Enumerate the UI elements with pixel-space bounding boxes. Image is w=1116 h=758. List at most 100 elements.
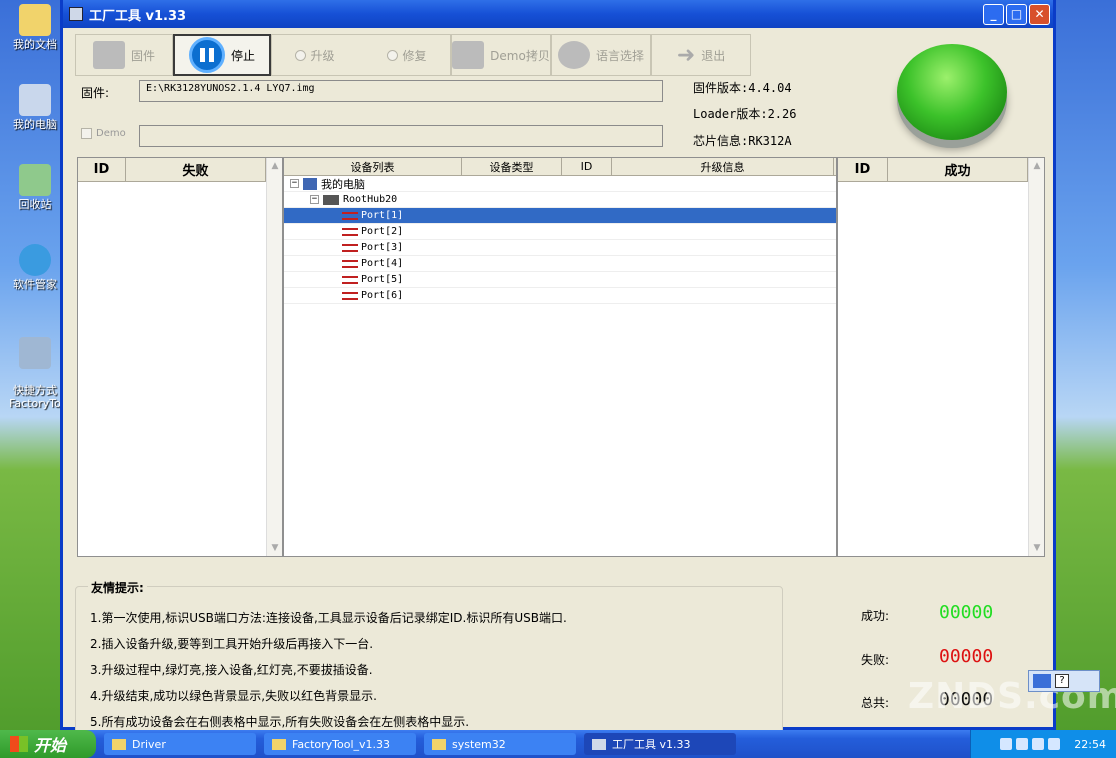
- scroll-down-icon[interactable]: ▼: [267, 540, 283, 556]
- chip-info: 芯片信息:RK312A: [693, 134, 792, 148]
- tree-port-label: Port[3]: [361, 242, 404, 253]
- fail-grid-scrollbar[interactable]: ▲ ▼: [266, 158, 282, 556]
- device-tree-panel: 设备列表 设备类型 ID 升级信息 − 我的电脑 − RootHub20 Por…: [283, 157, 837, 557]
- folder-icon: [19, 4, 51, 36]
- desktop-icon-label: 我的电脑: [13, 118, 57, 131]
- tip-item: 5.所有成功设备会在右侧表格中显示,所有失败设备会在左侧表格中显示.: [90, 715, 470, 729]
- desktop-icon-software-manager[interactable]: 软件管家: [4, 244, 66, 291]
- computer-icon: [303, 177, 317, 190]
- upgrade-radio[interactable]: 升级: [295, 47, 335, 64]
- taskbar-item-factory-tool[interactable]: 工厂工具 v1.33: [584, 733, 736, 755]
- taskbar-item-factorytool-folder[interactable]: FactoryTool_v1.33: [264, 733, 416, 755]
- success-grid-id-header[interactable]: ID: [838, 158, 888, 181]
- network-icon[interactable]: [1000, 738, 1013, 750]
- taskbar-item-label: 工厂工具 v1.33: [612, 738, 691, 751]
- tree-port-row[interactable]: Port[2]: [284, 224, 836, 240]
- app-icon: [592, 738, 606, 750]
- tree-port-row[interactable]: Port[1]: [284, 208, 836, 224]
- taskbar: 开始 Driver FactoryTool_v1.33 system32 工厂工…: [0, 730, 1116, 758]
- firmware-label: 固件:: [81, 86, 110, 100]
- scroll-down-icon[interactable]: ▼: [1029, 540, 1045, 556]
- language-button-label: 语言选择: [595, 48, 644, 63]
- tree-port-label: Port[2]: [361, 226, 404, 237]
- desktop-icon-factorytool-shortcut[interactable]: 快捷方式 FactoryTo: [4, 324, 66, 423]
- repair-radio-label: 修复: [402, 48, 427, 63]
- factory-tool-window: 工厂工具 v1.33 _ □ ✕ 固件 停止 升级 修复 Demo拷贝 语言选择…: [60, 0, 1056, 736]
- volume-icon[interactable]: [1016, 738, 1029, 750]
- desktop-icon-my-documents[interactable]: 我的文档: [4, 4, 66, 51]
- upgrade-radio-label: 升级: [310, 48, 335, 63]
- tree-root-row[interactable]: − 我的电脑: [284, 176, 836, 192]
- keyboard-icon: [1033, 674, 1051, 688]
- success-count: 00000: [939, 602, 994, 623]
- radio-dot: [295, 49, 307, 61]
- language-bar[interactable]: ?: [1028, 670, 1100, 692]
- toolbar: 固件 停止 升级 修复 Demo拷贝 语言选择 ➜ 退出: [75, 34, 751, 76]
- tip-item: 4.升级结束,成功以绿色背景显示,失败以红色背景显示.: [90, 689, 377, 703]
- collapse-icon[interactable]: −: [290, 179, 299, 188]
- taskbar-item-driver[interactable]: Driver: [104, 733, 256, 755]
- close-button[interactable]: ✕: [1029, 3, 1050, 25]
- tree-port-row[interactable]: Port[6]: [284, 288, 836, 304]
- tree-col-device-type[interactable]: 设备类型: [462, 158, 562, 175]
- firmware-path-field[interactable]: E:\RK3128YUNOS2.1.4 LYQ7.img: [139, 80, 663, 102]
- tree-port-row[interactable]: Port[5]: [284, 272, 836, 288]
- hub-icon: [323, 194, 339, 205]
- pause-icon: [188, 37, 225, 73]
- tree-col-upgrade-info[interactable]: 升级信息: [612, 158, 834, 175]
- collapse-icon[interactable]: −: [310, 195, 319, 204]
- tree-port-label: Port[6]: [361, 290, 404, 301]
- firmware-button[interactable]: 固件: [75, 34, 173, 76]
- fail-count: 00000: [939, 646, 994, 667]
- folder-icon: [112, 738, 126, 750]
- help-icon[interactable]: ?: [1055, 674, 1069, 688]
- scroll-up-icon[interactable]: ▲: [267, 158, 283, 174]
- usb-icon: [342, 291, 358, 300]
- exit-button[interactable]: ➜ 退出: [651, 34, 751, 76]
- app-icon: [69, 7, 83, 21]
- recycle-bin-icon: [19, 164, 51, 196]
- status-light-button[interactable]: [897, 44, 1007, 140]
- start-button[interactable]: 开始: [0, 730, 96, 758]
- demo-copy-button-label: Demo拷贝: [490, 48, 550, 63]
- success-grid-scrollbar[interactable]: ▲ ▼: [1028, 158, 1044, 556]
- tree-col-device-list[interactable]: 设备列表: [284, 158, 462, 175]
- total-count-label: 总共:: [861, 696, 890, 710]
- language-button[interactable]: 语言选择: [551, 34, 651, 76]
- demo-copy-button[interactable]: Demo拷贝: [451, 34, 551, 76]
- repair-radio[interactable]: 修复: [387, 47, 427, 64]
- tree-port-label: Port[4]: [361, 258, 404, 269]
- desktop-icon-label: 我的文档: [13, 38, 57, 51]
- exit-button-label: 退出: [701, 48, 726, 63]
- desktop-icon-my-computer[interactable]: 我的电脑: [4, 84, 66, 131]
- usb-icon: [342, 227, 358, 236]
- tree-port-row[interactable]: Port[3]: [284, 240, 836, 256]
- demo-checkbox[interactable]: Demo: [81, 128, 126, 139]
- tree-hub-row[interactable]: − RootHub20: [284, 192, 836, 208]
- window-titlebar[interactable]: 工厂工具 v1.33 _ □ ✕: [63, 0, 1053, 28]
- folder-icon: [432, 738, 446, 750]
- fail-grid-title-header[interactable]: 失败: [126, 158, 266, 181]
- tree-col-id[interactable]: ID: [562, 158, 612, 175]
- demo-checkbox-label: Demo: [96, 128, 126, 139]
- minimize-button[interactable]: _: [983, 3, 1004, 25]
- clock[interactable]: 22:54: [1074, 738, 1106, 751]
- update-icon[interactable]: [1048, 738, 1061, 750]
- desktop-icon-recycle-bin[interactable]: 回收站: [4, 164, 66, 211]
- tree-port-label: Port[1]: [361, 210, 404, 221]
- fail-grid-id-header[interactable]: ID: [78, 158, 126, 181]
- arrow-right-icon: ➜: [676, 42, 696, 68]
- stop-button[interactable]: 停止: [173, 34, 271, 76]
- tip-item: 2.插入设备升级,要等到工具开始升级后再接入下一台.: [90, 637, 374, 651]
- fail-count-label: 失败:: [861, 653, 890, 667]
- security-icon[interactable]: [1032, 738, 1045, 750]
- maximize-button[interactable]: □: [1006, 3, 1027, 25]
- taskbar-item-system32[interactable]: system32: [424, 733, 576, 755]
- tree-port-row[interactable]: Port[4]: [284, 256, 836, 272]
- scroll-up-icon[interactable]: ▲: [1029, 158, 1045, 174]
- taskbar-item-label: system32: [452, 737, 506, 751]
- shield-icon: [19, 244, 51, 276]
- success-grid-title-header[interactable]: 成功: [888, 158, 1028, 181]
- demo-field[interactable]: [139, 125, 663, 147]
- demo-copy-icon: [452, 41, 485, 69]
